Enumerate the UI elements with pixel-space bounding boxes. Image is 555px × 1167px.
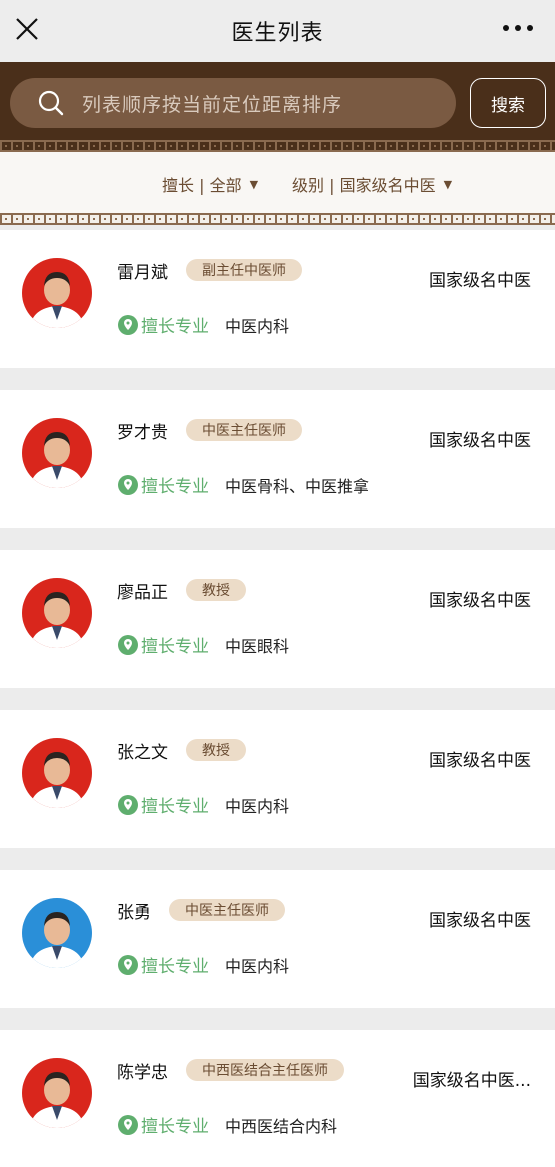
doctor-level: 国家级名中医... <box>412 1071 531 1091</box>
location-pin-icon <box>118 474 138 495</box>
specialty-row: 擅长专业 中医内科 <box>117 792 289 817</box>
caret-down-icon: ▼ <box>443 177 453 191</box>
level-filter-label: 级别 | 国家级名中医 <box>292 176 436 195</box>
doctor-name: 陈学忠 <box>117 1063 168 1083</box>
doctor-card[interactable]: 张勇 中医主任医师 国家级名中医 擅长专业 中医内科 <box>0 870 555 1008</box>
specialty-row: 擅长专业 中西医结合内科 <box>117 1112 337 1137</box>
location-pin-icon <box>118 1114 138 1135</box>
doctor-avatar <box>22 898 92 968</box>
page-title: 医生列表 <box>231 21 324 46</box>
doctor-level: 国家级名中医 <box>429 591 531 611</box>
specialty-value: 中医内科 <box>225 316 290 336</box>
doctor-card[interactable]: 张之文 教授 国家级名中医 擅长专业 中医内科 <box>0 710 555 848</box>
doctor-name: 张之文 <box>117 743 168 763</box>
specialty-filter[interactable]: 擅长 | 全部 ▼ <box>162 172 258 196</box>
doctor-title-badge: 中医主任医师 <box>169 899 285 921</box>
location-pin-icon <box>118 314 138 335</box>
specialty-filter-label: 擅长 | 全部 <box>162 176 242 195</box>
decorative-border-top <box>0 140 555 152</box>
search-band: 列表顺序按当前定位距离排序 搜索 <box>0 62 555 150</box>
doctor-card[interactable]: 陈学忠 中西医结合主任医师 国家级名中医... 擅长专业 中西医结合内科 <box>0 1030 555 1167</box>
specialty-row: 擅长专业 中医内科 <box>117 312 289 337</box>
doctor-card[interactable]: 罗才贵 中医主任医师 国家级名中医 擅长专业 中医骨科、中医推拿 <box>0 390 555 528</box>
doctor-title-badge: 中西医结合主任医师 <box>186 1059 344 1081</box>
doctor-avatar <box>22 1058 92 1128</box>
more-icon[interactable] <box>503 18 533 38</box>
doctor-level: 国家级名中医 <box>429 911 531 931</box>
specialty-row: 擅长专业 中医眼科 <box>117 632 289 657</box>
location-pin-icon <box>118 634 138 655</box>
specialty-label: 擅长专业 <box>141 1117 209 1137</box>
specialty-value: 中医内科 <box>225 796 290 816</box>
doctor-level: 国家级名中医 <box>429 271 531 291</box>
search-input[interactable]: 列表顺序按当前定位距离排序 <box>10 78 456 128</box>
more-dot <box>527 25 533 31</box>
search-icon <box>38 90 64 116</box>
doctor-name: 廖品正 <box>117 583 168 603</box>
navigation-bar: 医生列表 <box>0 0 555 62</box>
caret-down-icon: ▼ <box>249 177 259 191</box>
search-placeholder: 列表顺序按当前定位距离排序 <box>82 93 343 116</box>
doctor-title-badge: 教授 <box>186 579 246 601</box>
avatar-image <box>22 258 92 328</box>
specialty-value: 中医骨科、中医推拿 <box>225 476 370 496</box>
doctor-card[interactable]: 雷月斌 副主任中医师 国家级名中医 擅长专业 中医内科 <box>0 230 555 368</box>
specialty-value: 中医眼科 <box>225 636 290 656</box>
specialty-row: 擅长专业 中医骨科、中医推拿 <box>117 472 369 497</box>
doctor-avatar <box>22 258 92 328</box>
specialty-label: 擅长专业 <box>141 797 209 817</box>
doctor-card[interactable]: 廖品正 教授 国家级名中医 擅长专业 中医眼科 <box>0 550 555 688</box>
doctor-title-badge: 中医主任医师 <box>186 419 302 441</box>
avatar-image <box>22 1058 92 1128</box>
search-button[interactable]: 搜索 <box>470 78 546 128</box>
specialty-label: 擅长专业 <box>141 477 209 497</box>
level-filter[interactable]: 级别 | 国家级名中医 ▼ <box>292 172 452 196</box>
more-dot <box>515 25 521 31</box>
doctor-level: 国家级名中医 <box>429 431 531 451</box>
doctor-name: 罗才贵 <box>117 423 168 443</box>
avatar-image <box>22 738 92 808</box>
doctor-title-badge: 副主任中医师 <box>186 259 302 281</box>
specialty-value: 中医内科 <box>225 956 290 976</box>
specialty-row: 擅长专业 中医内科 <box>117 952 289 977</box>
avatar-image <box>22 898 92 968</box>
filter-bar: 擅长 | 全部 ▼ 级别 | 国家级名中医 ▼ <box>0 152 555 213</box>
doctor-level: 国家级名中医 <box>429 751 531 771</box>
doctor-title-badge: 教授 <box>186 739 246 761</box>
specialty-label: 擅长专业 <box>141 957 209 977</box>
avatar-image <box>22 578 92 648</box>
specialty-label: 擅长专业 <box>141 317 209 337</box>
decorative-border-bottom <box>0 213 555 225</box>
specialty-value: 中西医结合内科 <box>225 1116 338 1136</box>
close-icon[interactable] <box>12 14 42 44</box>
location-pin-icon <box>118 794 138 815</box>
doctor-avatar <box>22 578 92 648</box>
doctor-avatar <box>22 418 92 488</box>
more-dot <box>503 25 509 31</box>
specialty-label: 擅长专业 <box>141 637 209 657</box>
doctor-name: 雷月斌 <box>117 263 168 283</box>
avatar-image <box>22 418 92 488</box>
doctor-avatar <box>22 738 92 808</box>
doctor-name: 张勇 <box>117 903 151 923</box>
location-pin-icon <box>118 954 138 975</box>
